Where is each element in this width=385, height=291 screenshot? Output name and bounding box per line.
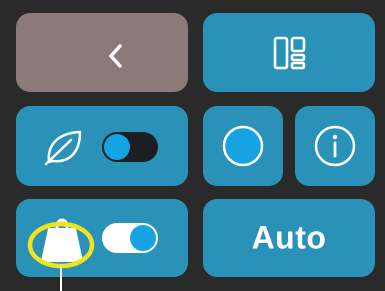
toggle-knob — [130, 225, 156, 251]
leaf-icon — [44, 130, 82, 166]
info-button[interactable] — [295, 106, 375, 186]
eco-mode-toggle[interactable] — [102, 132, 158, 162]
weight-mode-toggle[interactable] — [102, 223, 158, 253]
eco-mode-control[interactable] — [16, 106, 188, 186]
annotation-highlight — [27, 221, 95, 291]
layout-button[interactable] — [203, 13, 375, 92]
auto-button[interactable]: Auto — [203, 199, 375, 277]
chevron-left-icon — [109, 44, 122, 68]
info-icon — [314, 125, 356, 167]
auto-button-label: Auto — [251, 219, 327, 256]
toggle-knob — [104, 134, 130, 160]
layout-grid-icon — [273, 36, 306, 70]
record-button[interactable] — [203, 106, 283, 186]
circle-icon — [222, 125, 264, 167]
back-button[interactable] — [16, 13, 188, 92]
